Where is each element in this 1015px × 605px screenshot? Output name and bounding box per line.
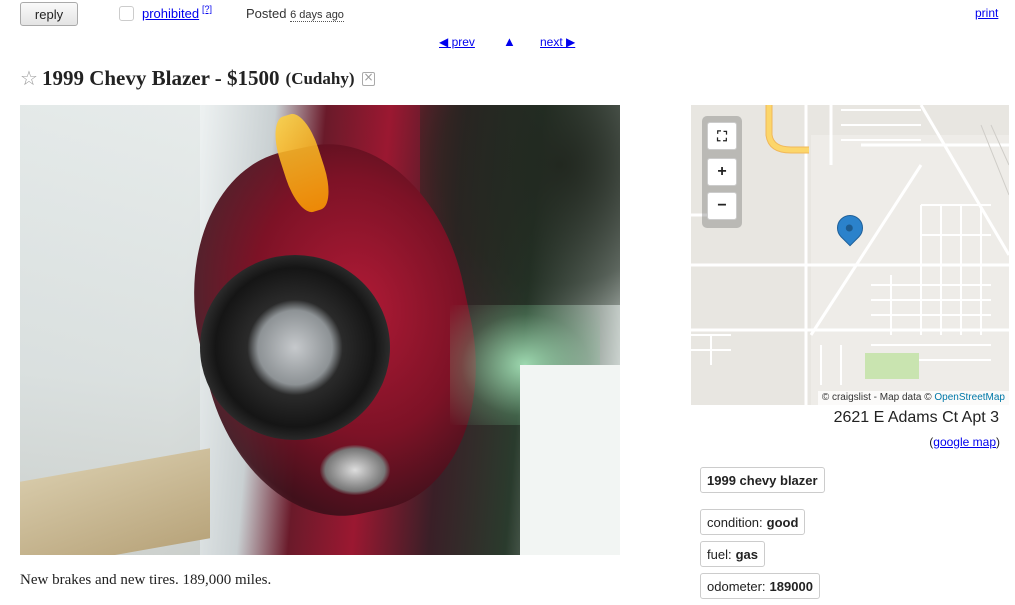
reply-button[interactable]: reply — [20, 2, 78, 26]
condition-attribute: condition: good — [700, 509, 806, 535]
fullscreen-button[interactable]: ⛶ — [707, 122, 737, 150]
odometer-attribute: odometer: 189000 — [700, 573, 820, 599]
condition-value: good — [766, 514, 799, 530]
fullscreen-icon: ⛶ — [717, 127, 727, 144]
google-map-wrap: (google map) — [929, 435, 1000, 449]
posted-time: 6 days ago — [290, 9, 344, 22]
condition-label: condition: — [707, 514, 763, 530]
google-map-close-paren: ) — [996, 435, 1000, 449]
zoom-out-button[interactable]: − — [707, 192, 737, 220]
fuel-attribute: fuel: gas — [700, 541, 765, 567]
fuel-value: gas — [735, 546, 758, 562]
prohibited-flag-checkbox[interactable] — [119, 6, 134, 21]
posting-title: ☆ 1999 Chevy Blazer - $1500 (Cudahy) — [20, 66, 375, 91]
next-link[interactable]: next ▶ — [540, 35, 575, 49]
posted-info: Posted 6 days ago — [246, 6, 344, 22]
map-address: 2621 E Adams Ct Apt 3 — [833, 409, 999, 426]
prev-link[interactable]: ◀ prev — [439, 35, 475, 49]
photo-tire — [200, 255, 390, 440]
posting-photo[interactable] — [20, 105, 620, 555]
vehicle-attribute: 1999 chevy blazer — [700, 467, 825, 493]
odometer-value: 189000 — [769, 578, 813, 594]
help-link[interactable]: [?] — [202, 4, 212, 14]
zoom-in-button[interactable]: + — [707, 158, 737, 186]
up-arrow-link[interactable]: ▲ — [503, 34, 516, 49]
google-map-link[interactable]: google map — [933, 435, 996, 449]
photo-bright-area — [520, 365, 620, 555]
photo-hub — [320, 445, 390, 495]
posting-description: New brakes and new tires. 189,000 miles. — [20, 572, 272, 588]
print-link[interactable]: print — [975, 6, 998, 20]
favorite-star-icon[interactable]: ☆ — [20, 66, 38, 91]
fuel-label: fuel: — [707, 546, 732, 562]
odometer-label: odometer: — [707, 578, 766, 594]
posted-label: Posted — [246, 6, 287, 21]
prohibited-link[interactable]: prohibited — [142, 6, 199, 21]
openstreetmap-link[interactable]: OpenStreetMap — [934, 392, 1005, 403]
posting-location: (Cudahy) — [285, 68, 355, 88]
map-attribution-text: © craigslist - Map data © — [821, 392, 932, 403]
posting-title-text: 1999 Chevy Blazer - $1500 — [41, 66, 280, 90]
location-map[interactable]: ⛶ + − © craigslist - Map data © OpenStre… — [691, 105, 1009, 405]
hide-posting-icon[interactable] — [361, 70, 375, 86]
map-attribution: © craigslist - Map data © OpenStreetMap — [817, 391, 1009, 405]
vehicle-name: 1999 chevy blazer — [707, 472, 818, 488]
